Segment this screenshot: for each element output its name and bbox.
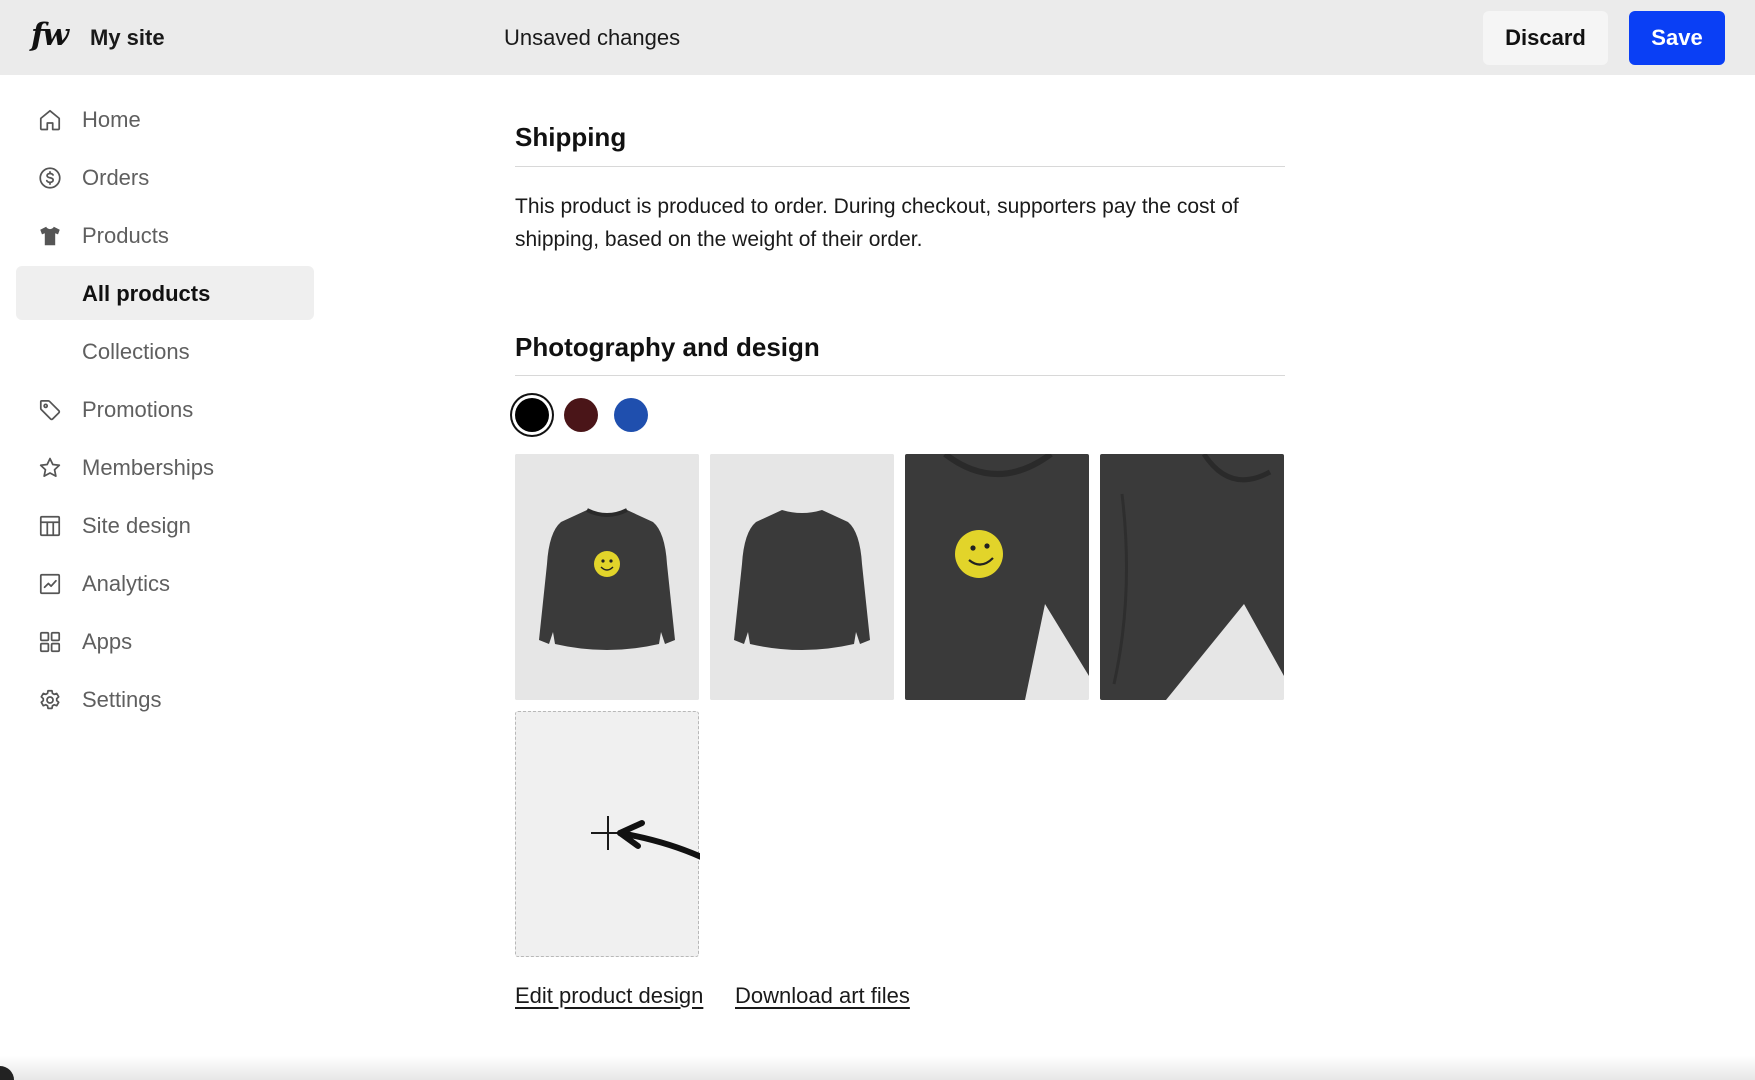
add-image-button[interactable]: [515, 711, 700, 957]
edit-product-design-link[interactable]: Edit product design: [515, 982, 703, 1010]
sidebar-item-settings[interactable]: Settings: [16, 672, 314, 726]
sidebar-item-promotions[interactable]: Promotions: [16, 382, 314, 436]
sidebar-item-apps[interactable]: Apps: [16, 614, 314, 668]
product-image-back[interactable]: [710, 454, 894, 700]
star-icon: [37, 455, 63, 481]
plus-icon: [591, 816, 700, 860]
download-art-files-link[interactable]: Download art files: [735, 982, 910, 1010]
sidebar-item-products[interactable]: Products: [16, 208, 314, 262]
sidebar-item-analytics[interactable]: Analytics: [16, 556, 314, 610]
sidebar-item-label: All products: [82, 281, 211, 306]
sidebar-item-site-design[interactable]: Site design: [16, 498, 314, 552]
product-image-closeup-sleeve[interactable]: [1100, 454, 1284, 700]
sidebar-item-label: Apps: [82, 629, 133, 654]
color-swatch-maroon[interactable]: [564, 398, 598, 432]
color-swatch-black[interactable]: [515, 398, 549, 432]
save-button[interactable]: Save: [1629, 11, 1725, 65]
sidebar-item-label: Orders: [82, 165, 150, 190]
top-bar: fw My site Unsaved changes Discard Save: [0, 0, 1755, 75]
sidebar-item-label: Promotions: [82, 397, 194, 422]
product-image-front[interactable]: [515, 454, 699, 700]
sidebar-item-label: Memberships: [82, 455, 215, 480]
color-swatch-blue[interactable]: [614, 398, 648, 432]
sidebar-item-label: Products: [82, 223, 169, 248]
shipping-heading: Shipping: [515, 122, 627, 152]
gear-icon: [37, 687, 63, 713]
shipping-description: This product is produced to order. Durin…: [515, 195, 1239, 251]
sidebar-item-label: Settings: [82, 687, 162, 712]
photography-heading: Photography and design: [515, 332, 820, 362]
sidebar-item-collections[interactable]: Collections: [16, 324, 314, 378]
tshirt-icon: [37, 223, 63, 249]
sidebar-item-orders[interactable]: Orders: [16, 150, 314, 204]
sidebar-item-label: Collections: [82, 339, 190, 364]
photography-divider: [515, 375, 1285, 376]
unsaved-changes-status: Unsaved changes: [504, 25, 681, 50]
shipping-divider: [515, 166, 1285, 167]
bottom-edge-shadow: [0, 1056, 1755, 1080]
product-image-closeup-front[interactable]: [905, 454, 1089, 700]
chart-icon: [37, 571, 63, 597]
site-name[interactable]: My site: [90, 24, 165, 52]
sidebar-item-all-products[interactable]: All products: [16, 266, 314, 320]
dollar-circle-icon: [37, 165, 63, 191]
sidebar-item-home[interactable]: Home: [16, 92, 314, 146]
tag-icon: [37, 397, 63, 423]
sidebar-item-memberships[interactable]: Memberships: [16, 440, 314, 494]
sidebar: Home Orders Products All products Collec…: [0, 75, 330, 1080]
fourthwall-logo[interactable]: fw: [31, 17, 69, 53]
home-icon: [37, 107, 63, 133]
layout-icon: [37, 513, 63, 539]
grid-icon: [37, 629, 63, 655]
sidebar-item-label: Site design: [82, 513, 191, 538]
sidebar-item-label: Analytics: [82, 571, 171, 596]
sidebar-item-label: Home: [82, 107, 141, 132]
discard-button[interactable]: Discard: [1483, 11, 1608, 65]
